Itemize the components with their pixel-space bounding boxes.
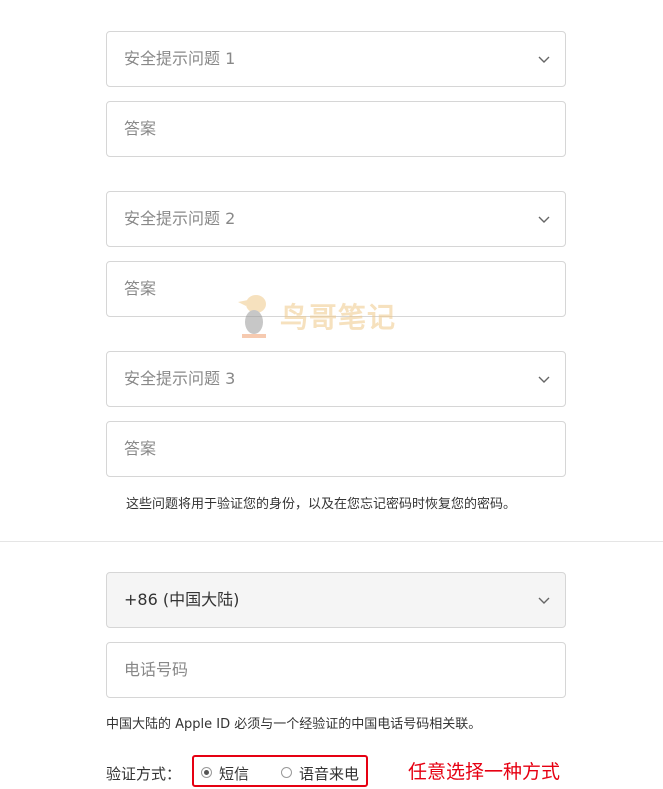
annotation-text: 任意选择一种方式: [408, 761, 561, 783]
security-question-2-select[interactable]: 安全提示问题 2: [106, 191, 566, 247]
verification-method-label: 验证方式：: [106, 765, 182, 783]
security-answer-1-input[interactable]: 答案: [106, 101, 566, 157]
phone-note: 中国大陆的 Apple ID 必须与一个经验证的中国电话号码相关联。: [106, 717, 482, 732]
radio-sms[interactable]: 短信: [201, 763, 249, 784]
radio-sms-label: 短信: [219, 765, 250, 783]
country-code-select[interactable]: +86 (中国大陆): [106, 572, 566, 628]
security-question-3-placeholder: 安全提示问题 3: [124, 369, 236, 388]
watermark-text: 鸟哥笔记: [280, 301, 397, 334]
security-answer-3-input[interactable]: 答案: [106, 421, 566, 477]
security-question-3-select[interactable]: 安全提示问题 3: [106, 351, 566, 407]
security-questions-note: 这些问题将用于验证您的身份，以及在您忘记密码时恢复您的密码。: [126, 497, 517, 512]
watermark-logo: 鸟哥笔记: [228, 290, 418, 340]
security-question-1-placeholder: 安全提示问题 1: [124, 49, 236, 68]
chevron-down-icon: [538, 376, 550, 383]
answer-1-placeholder: 答案: [124, 119, 157, 138]
bird-mascot-icon: [238, 295, 266, 338]
phone-number-placeholder: 电话号码: [124, 660, 189, 679]
chevron-down-icon: [538, 597, 550, 604]
chevron-down-icon: [538, 216, 550, 223]
security-question-2-placeholder: 安全提示问题 2: [124, 209, 236, 228]
section-divider: [0, 541, 663, 542]
radio-voice-call-label: 语音来电: [299, 765, 360, 783]
chevron-down-icon: [538, 56, 550, 63]
radio-selected-icon: [201, 767, 212, 778]
country-code-value: +86 (中国大陆): [124, 590, 240, 609]
phone-number-input[interactable]: 电话号码: [106, 642, 566, 698]
radio-unselected-icon: [281, 767, 292, 778]
answer-2-placeholder: 答案: [124, 279, 157, 298]
security-question-1-select[interactable]: 安全提示问题 1: [106, 31, 566, 87]
radio-voice-call[interactable]: 语音来电: [281, 763, 359, 784]
answer-3-placeholder: 答案: [124, 439, 157, 458]
